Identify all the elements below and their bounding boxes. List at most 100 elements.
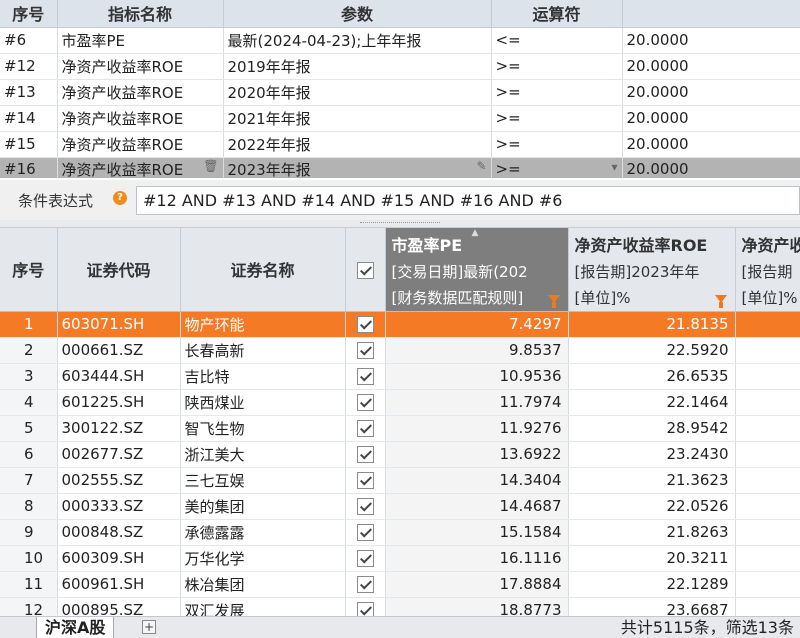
row-checkbox-cell[interactable] [345,545,386,572]
col-header-operator[interactable]: 运算符 [491,0,623,28]
table-row[interactable]: 10 600309.SH 万华化学 16.1116 20.3211 [0,545,800,572]
condition-param[interactable]: 2019年年报 [223,53,492,80]
condition-indicator[interactable]: 净资产收益率ROE 🗑 [57,157,224,178]
security-name[interactable]: 双汇发展 [180,597,346,616]
condition-param[interactable]: 2020年年报 [223,79,492,106]
condition-row-selected[interactable]: #16 净资产收益率ROE 🗑 2023年年报 ✎ >= ▾ 20.0000 [0,157,800,178]
col-header-roe[interactable]: 净资产收益率ROE [报告期]2023年年 [单位]% [568,228,736,312]
row-checkbox[interactable] [356,394,374,411]
dropdown-arrow-icon[interactable]: ▾ [611,160,617,174]
row-checkbox-cell[interactable] [345,311,386,338]
col-header-name[interactable]: 证券名称 [180,228,346,312]
row-checkbox-cell[interactable] [345,467,386,494]
pane-splitter[interactable] [0,220,800,228]
security-name[interactable]: 三七互娱 [180,467,346,494]
col-header-value[interactable] [622,0,800,28]
security-name[interactable]: 智飞生物 [180,415,346,442]
security-code[interactable]: 300122.SZ [57,415,181,442]
row-checkbox[interactable] [356,368,374,385]
row-checkbox[interactable] [356,472,374,489]
table-row[interactable]: 5 300122.SZ 智飞生物 11.9276 28.9542 [0,415,800,442]
condition-indicator[interactable]: 市盈率PE [57,27,224,54]
delete-icon[interactable]: 🗑 [203,159,218,173]
condition-value[interactable]: 20.0000 [622,79,800,106]
splitter-grip[interactable] [360,222,440,225]
security-code[interactable]: 000848.SZ [57,519,181,546]
table-row[interactable]: 9 000848.SZ 承德露露 15.1584 21.8263 [0,519,800,546]
condition-row[interactable]: #6 市盈率PE 最新(2024-04-23);上年年报 <= 20.0000 [0,27,800,54]
table-row[interactable]: 4 601225.SH 陕西煤业 11.7974 22.1464 [0,389,800,416]
row-checkbox-cell[interactable] [345,337,386,364]
condition-operator[interactable]: <= [491,27,623,54]
sort-asc-icon[interactable]: ▲ [472,228,479,238]
row-checkbox-cell[interactable] [345,493,386,520]
row-checkbox-cell[interactable] [345,597,386,616]
condition-row[interactable]: #14 净资产收益率ROE 2021年年报 >= 20.0000 [0,105,800,132]
security-name[interactable]: 长春高新 [180,337,346,364]
security-name[interactable]: 物产环能 [180,311,346,338]
table-row[interactable]: 3 603444.SH 吉比特 10.9536 26.6535 [0,363,800,390]
col-header-param[interactable]: 参数 [223,0,492,28]
security-name[interactable]: 美的集团 [180,493,346,520]
row-checkbox-cell[interactable] [345,441,386,468]
row-checkbox[interactable] [356,550,374,567]
condition-operator[interactable]: >= [491,53,623,80]
condition-param[interactable]: 2022年年报 [223,131,492,158]
security-name[interactable]: 承德露露 [180,519,346,546]
row-checkbox-cell[interactable] [345,389,386,416]
table-row[interactable]: 2 000661.SZ 长春高新 9.8537 22.5920 [0,337,800,364]
condition-value[interactable]: 20.0000 [622,105,800,132]
security-name[interactable]: 陕西煤业 [180,389,346,416]
security-name[interactable]: 吉比特 [180,363,346,390]
condition-value[interactable]: 20.0000 [622,157,800,178]
row-checkbox[interactable] [356,576,374,593]
security-code[interactable]: 603444.SH [57,363,181,390]
filter-icon[interactable] [547,294,560,308]
col-header-code[interactable]: 证券代码 [57,228,181,312]
filter-icon[interactable] [714,294,727,308]
condition-row[interactable]: #13 净资产收益率ROE 2020年年报 >= 20.0000 [0,79,800,106]
row-checkbox[interactable] [356,524,374,541]
table-row[interactable]: 8 000333.SZ 美的集团 14.4687 22.0526 [0,493,800,520]
security-code[interactable]: 600309.SH [57,545,181,572]
security-name[interactable]: 株冶集团 [180,571,346,598]
col-header-pe[interactable]: ▲ 市盈率PE [交易日期]最新(202 [财务数据匹配规则] [385,228,569,312]
expression-input[interactable]: #12 AND #13 AND #14 AND #15 AND #16 AND … [136,186,800,215]
condition-indicator[interactable]: 净资产收益率ROE [57,131,224,158]
row-checkbox-cell[interactable] [345,415,386,442]
help-icon[interactable]: ? [113,191,127,205]
security-code[interactable]: 603071.SH [57,311,181,338]
condition-indicator[interactable]: 净资产收益率ROE [57,53,224,80]
condition-param[interactable]: 最新(2024-04-23);上年年报 [223,27,492,54]
row-checkbox-cell[interactable] [345,363,386,390]
condition-indicator[interactable]: 净资产收益率ROE [57,105,224,132]
security-code[interactable]: 601225.SH [57,389,181,416]
row-checkbox[interactable] [356,498,374,515]
table-row-selected[interactable]: 1 603071.SH 物产环能 7.4297 21.8135 [0,311,800,338]
edit-icon[interactable]: ✎ [476,159,486,173]
row-checkbox[interactable] [356,446,374,463]
table-row[interactable]: 6 002677.SZ 浙江美大 13.6922 23.2430 [0,441,800,468]
condition-row[interactable]: #15 净资产收益率ROE 2022年年报 >= 20.0000 [0,131,800,158]
col-header-indicator[interactable]: 指标名称 [57,0,224,28]
condition-value[interactable]: 20.0000 [622,27,800,54]
col-header-index[interactable]: 序号 [0,228,58,312]
condition-row[interactable]: #12 净资产收益率ROE 2019年年报 >= 20.0000 [0,53,800,80]
row-checkbox[interactable] [356,420,374,437]
sheet-tab-a-shares[interactable]: 沪深A股 [36,617,115,638]
condition-operator[interactable]: >= [491,79,623,106]
security-code[interactable]: 002677.SZ [57,441,181,468]
security-code[interactable]: 000895.SZ [57,597,181,616]
row-checkbox[interactable] [356,342,374,359]
condition-operator[interactable]: >= [491,131,623,158]
row-checkbox[interactable] [356,602,374,616]
security-name[interactable]: 万华化学 [180,545,346,572]
security-name[interactable]: 浙江美大 [180,441,346,468]
table-row[interactable]: 11 600961.SH 株冶集团 17.8884 22.1289 [0,571,800,598]
condition-operator[interactable]: >= [491,105,623,132]
col-header-id[interactable]: 序号 [0,0,58,28]
select-all-checkbox[interactable] [356,261,374,279]
security-code[interactable]: 002555.SZ [57,467,181,494]
add-sheet-button[interactable]: + [142,620,156,634]
security-code[interactable]: 600961.SH [57,571,181,598]
